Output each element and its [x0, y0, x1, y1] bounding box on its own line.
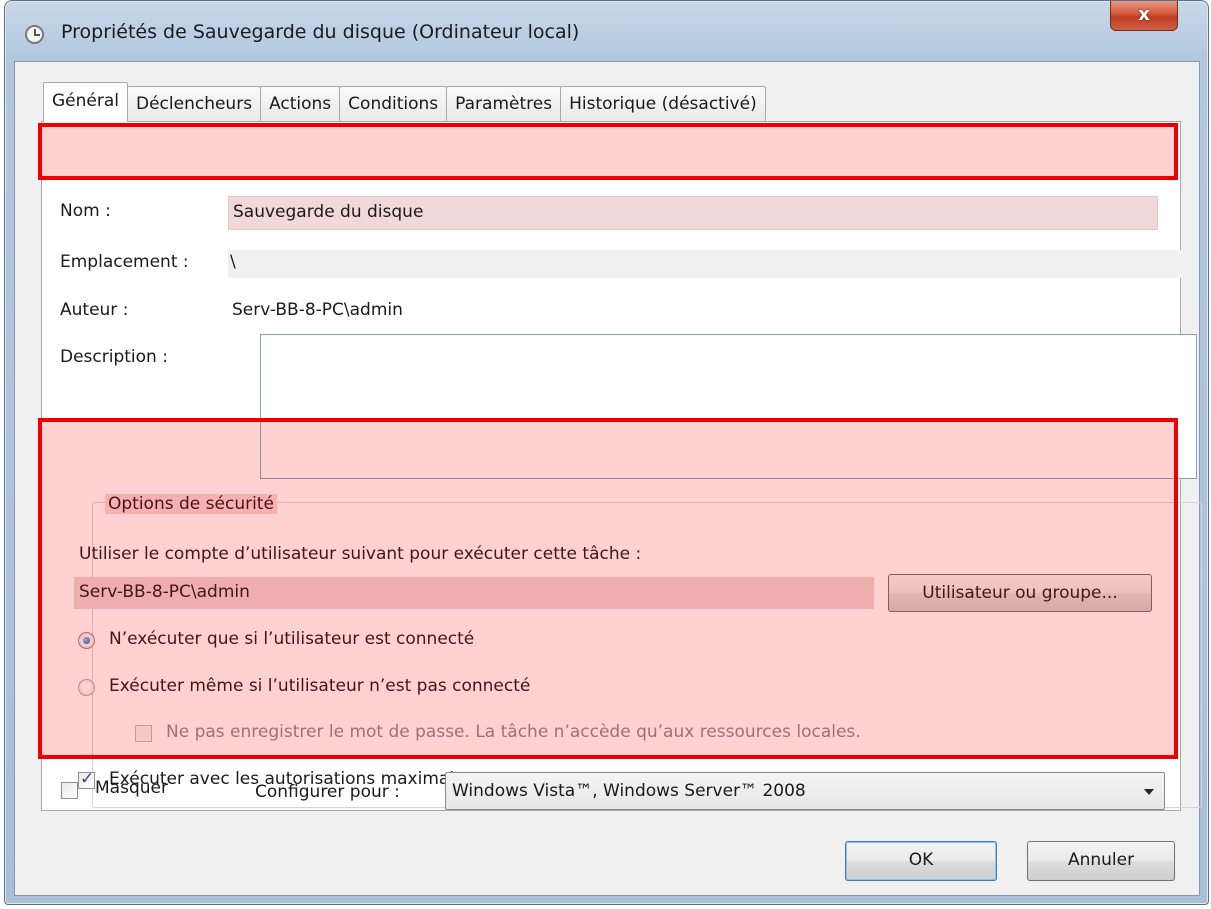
author-value: Serv-BB-8-PC\admin [232, 300, 403, 320]
description-textarea[interactable] [260, 334, 1197, 479]
tab-conditions[interactable]: Conditions [339, 86, 448, 122]
tab-actions[interactable]: Actions [260, 86, 341, 122]
tab-settings[interactable]: Paramètres [446, 86, 562, 122]
location-label: Emplacement : [60, 252, 189, 272]
highest-privileges-checkbox[interactable] [78, 769, 95, 789]
description-label: Description : [60, 347, 168, 367]
configure-for-select[interactable]: Windows Vista™, Windows Server™ 2008 [445, 772, 1165, 810]
chevron-down-icon [1144, 789, 1154, 795]
configure-for-label: Configurer pour : [255, 782, 400, 802]
radio-run-whether-logged-on-label[interactable]: Exécuter même si l’utilisateur n’est pas… [109, 676, 530, 696]
dialog-client-area: Général Déclencheurs Actions Conditions … [14, 61, 1202, 896]
dialog-window: Propriétés de Sauvegarde du disque (Ordi… [4, 0, 1209, 905]
name-field: Sauvegarde du disque [228, 196, 1158, 230]
do-not-store-password-checkbox [135, 725, 152, 742]
cancel-button[interactable]: Annuler [1027, 841, 1175, 881]
account-field: Serv-BB-8-PC\admin [74, 577, 874, 609]
tab-history[interactable]: Historique (désactivé) [560, 86, 766, 122]
location-value: \ [230, 252, 236, 272]
tab-general[interactable]: Général [43, 82, 128, 122]
location-field: \ [228, 250, 1198, 278]
hidden-checkbox[interactable] [61, 782, 78, 799]
close-button[interactable]: x [1110, 1, 1178, 31]
radio-run-whether-logged-on[interactable] [78, 679, 95, 696]
ok-button[interactable]: OK [845, 841, 997, 881]
window-title: Propriétés de Sauvegarde du disque (Ordi… [61, 21, 580, 43]
user-or-group-button[interactable]: Utilisateur ou groupe... [888, 574, 1152, 612]
radio-run-only-logged-on-label[interactable]: N’exécuter que si l’utilisateur est conn… [109, 629, 474, 649]
general-tab-panel: Nom : Sauvegarde du disque Emplacement :… [41, 121, 1202, 811]
tab-triggers[interactable]: Déclencheurs [127, 86, 262, 122]
hidden-label[interactable]: Masquer [95, 778, 168, 798]
name-value: Sauvegarde du disque [233, 202, 424, 222]
radio-run-only-logged-on[interactable] [78, 632, 95, 649]
account-prompt: Utiliser le compte d’utilisateur suivant… [79, 544, 642, 564]
account-value: Serv-BB-8-PC\admin [79, 582, 250, 602]
name-label: Nom : [60, 201, 111, 221]
author-label: Auteur : [60, 300, 129, 320]
tab-strip: Général Déclencheurs Actions Conditions … [43, 82, 766, 122]
title-bar[interactable]: Propriétés de Sauvegarde du disque (Ordi… [5, 1, 1208, 63]
clock-icon [25, 25, 44, 44]
do-not-store-password-label: Ne pas enregistrer le mot de passe. La t… [166, 722, 861, 742]
configure-for-value: Windows Vista™, Windows Server™ 2008 [452, 781, 806, 801]
security-options-title: Options de sécurité [105, 494, 277, 514]
